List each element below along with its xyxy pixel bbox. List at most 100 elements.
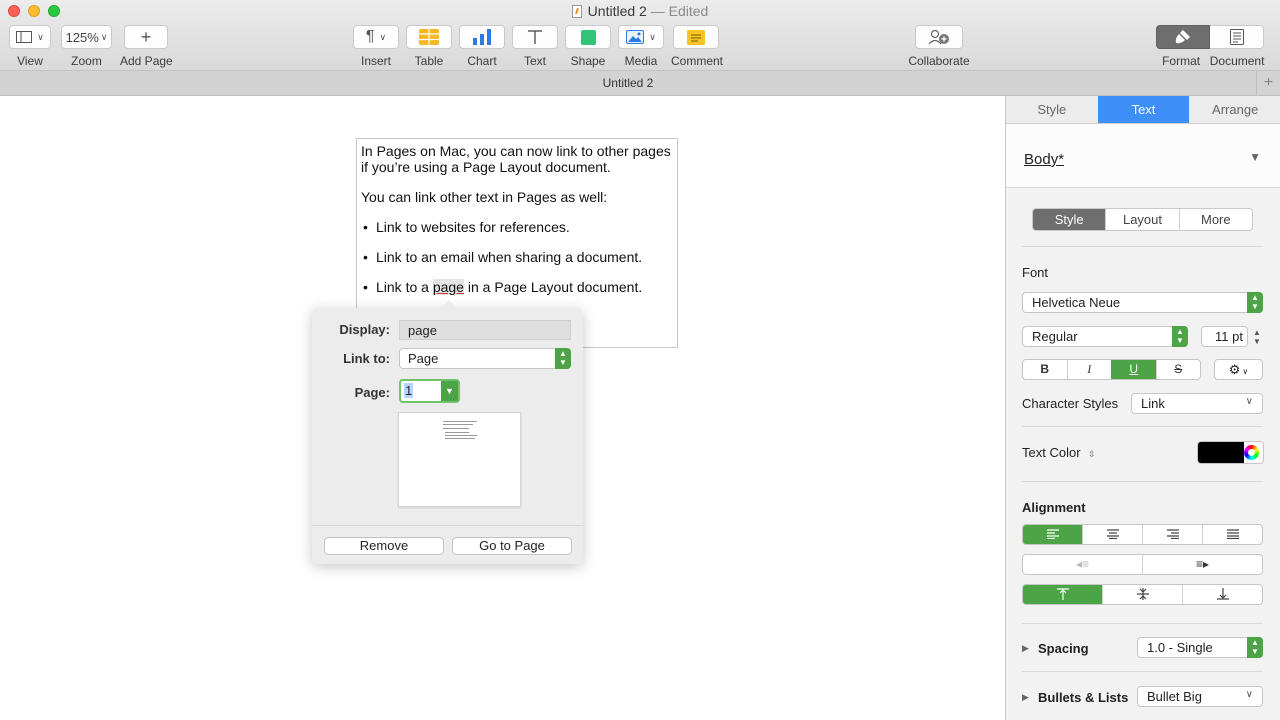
paragraph-link-types[interactable]: You can link other text in Pages as well… [361,189,673,205]
list-item[interactable]: Link to websites for references. [361,219,673,235]
document-icon [1229,29,1244,45]
display-text-field[interactable]: page [399,320,571,340]
spacing-value: 1.0 - Single [1147,640,1213,655]
list-item[interactable]: Link to an email when sharing a document… [361,249,673,265]
paragraph-icon: ¶ [365,28,375,45]
zoom-popup[interactable]: 125% ∨ [61,25,112,49]
divider [1022,246,1263,247]
insert-button[interactable]: ¶ ∨ [353,25,399,49]
align-top-icon [1056,588,1069,600]
comment-button[interactable] [673,25,719,49]
increase-indent-button[interactable]: ≡▸ [1142,555,1262,574]
bullets-disclosure-triangle-icon[interactable]: ▶ [1022,692,1029,703]
collaborate-tool[interactable]: Collaborate [906,25,972,68]
add-page-tool[interactable]: + Add Page [120,25,173,68]
page-link-text[interactable]: page [432,279,464,295]
document-label: Document [1209,54,1265,68]
align-middle-button[interactable] [1102,585,1182,604]
window-toolbar: Untitled 2 — Edited ∨ View 125% ∨ Zoom +… [0,0,1280,71]
view-label: View [17,54,43,68]
link-to-label: Link to: [343,351,390,366]
align-top-button[interactable] [1023,585,1102,604]
text-button[interactable] [512,25,558,49]
list-item[interactable]: Link to a page in a Page Layout document… [361,279,673,295]
go-to-page-button[interactable]: Go to Page [452,537,572,555]
up-down-chevron-icon: ▲ ▼ [555,348,571,369]
disclosure-triangle-icon[interactable]: ▼ [1249,150,1261,164]
bullets-lists-label[interactable]: Bullets & Lists [1038,690,1128,705]
subtab-more[interactable]: More [1178,209,1252,230]
font-section-label: Font [1022,265,1049,280]
media-tool[interactable]: ∨ Media [618,25,664,68]
subtab-style[interactable]: Style [1033,209,1106,230]
up-down-chevron-icon: ▲ ▼ [1247,637,1263,658]
font-size-stepper[interactable]: ▲ ▼ [1251,327,1263,347]
paragraph-style-name[interactable]: Body* [1024,151,1064,168]
page-combo-box[interactable]: 1 ▼ [399,379,460,403]
window-title: Untitled 2 — Edited [0,3,1280,19]
paragraph-style-picker[interactable]: Body* ▼ [1006,124,1280,188]
shape-button[interactable] [565,25,611,49]
color-wheel-icon[interactable] [1244,445,1259,460]
paragraph-intro[interactable]: In Pages on Mac, you can now link to oth… [361,143,673,175]
bold-button[interactable]: B [1023,360,1067,379]
text-color-well[interactable] [1197,441,1264,464]
justify-button[interactable] [1202,525,1262,544]
text-tool[interactable]: Text [512,25,558,68]
chart-button[interactable] [459,25,505,49]
subtab-layout[interactable]: Layout [1105,209,1178,230]
color-swatch[interactable] [1198,442,1244,463]
view-tool[interactable]: ∨ View [9,25,51,68]
document-button[interactable] [1210,25,1264,49]
up-down-chevron-icon: ⇳ [1088,449,1096,459]
chevron-down-icon[interactable]: ▼ [441,381,458,401]
format-button[interactable] [1156,25,1210,49]
spacing-label[interactable]: Spacing [1038,641,1089,656]
page-number-value[interactable]: 1 [404,383,414,398]
italic-button[interactable]: I [1066,360,1112,379]
format-inspector: Style Text Arrange Body* ▼ Style Layout … [1005,96,1280,720]
table-button[interactable] [406,25,452,49]
vertical-alignment-buttons [1022,584,1263,605]
comment-tool[interactable]: Comment [671,25,723,68]
align-bottom-button[interactable] [1182,585,1262,604]
font-family-popup[interactable]: Helvetica Neue ▲ ▼ [1022,292,1263,313]
decrease-indent-button[interactable]: ◂≡ [1023,555,1142,574]
align-center-button[interactable] [1082,525,1142,544]
bullets-popup[interactable]: Bullet Big ∨ [1137,686,1263,707]
tab-style[interactable]: Style [1006,96,1098,123]
link-to-popup[interactable]: Page ▲ ▼ [399,348,571,369]
new-tab-button[interactable]: + [1256,71,1280,96]
tab-untitled-2[interactable]: Untitled 2 [0,76,1256,90]
media-button[interactable]: ∨ [618,25,664,49]
inspector-toggle[interactable]: Format Document [1156,25,1268,68]
zoom-tool[interactable]: 125% ∨ Zoom [61,25,112,68]
table-tool[interactable]: Table [406,25,452,68]
insert-tool[interactable]: ¶ ∨ Insert [353,25,399,68]
spacing-popup[interactable]: 1.0 - Single ▲ ▼ [1137,637,1263,658]
remove-link-button[interactable]: Remove [324,537,444,555]
align-right-button[interactable] [1142,525,1202,544]
character-style-popup[interactable]: Link ∨ [1131,393,1263,414]
view-button[interactable]: ∨ [9,25,51,49]
gear-icon: ⚙ [1228,362,1241,377]
spacing-disclosure-triangle-icon[interactable]: ▶ [1022,643,1029,654]
list-item-text: in a Page Layout document. [463,279,643,295]
typeface-popup[interactable]: Regular ▲ ▼ [1022,326,1188,347]
text-color-label[interactable]: Text Color ⇳ [1022,445,1096,460]
collaborate-button[interactable] [915,25,963,49]
chevron-down-icon: ∨ [1245,689,1253,700]
font-size-field[interactable]: 11 pt [1201,326,1248,347]
add-page-button[interactable]: + [124,25,168,49]
font-family-value: Helvetica Neue [1032,295,1121,310]
tab-arrange[interactable]: Arrange [1189,96,1280,123]
tab-text[interactable]: Text [1097,96,1190,123]
strikethrough-button[interactable]: S [1155,360,1201,379]
underline-button[interactable]: U [1111,360,1156,379]
shape-tool[interactable]: Shape [565,25,611,68]
display-label: Display: [339,322,390,337]
chevron-down-icon: ∨ [100,31,108,42]
text-options-button[interactable]: ⚙ ∨ [1214,359,1263,380]
chart-tool[interactable]: Chart [459,25,505,68]
align-left-button[interactable] [1023,525,1082,544]
